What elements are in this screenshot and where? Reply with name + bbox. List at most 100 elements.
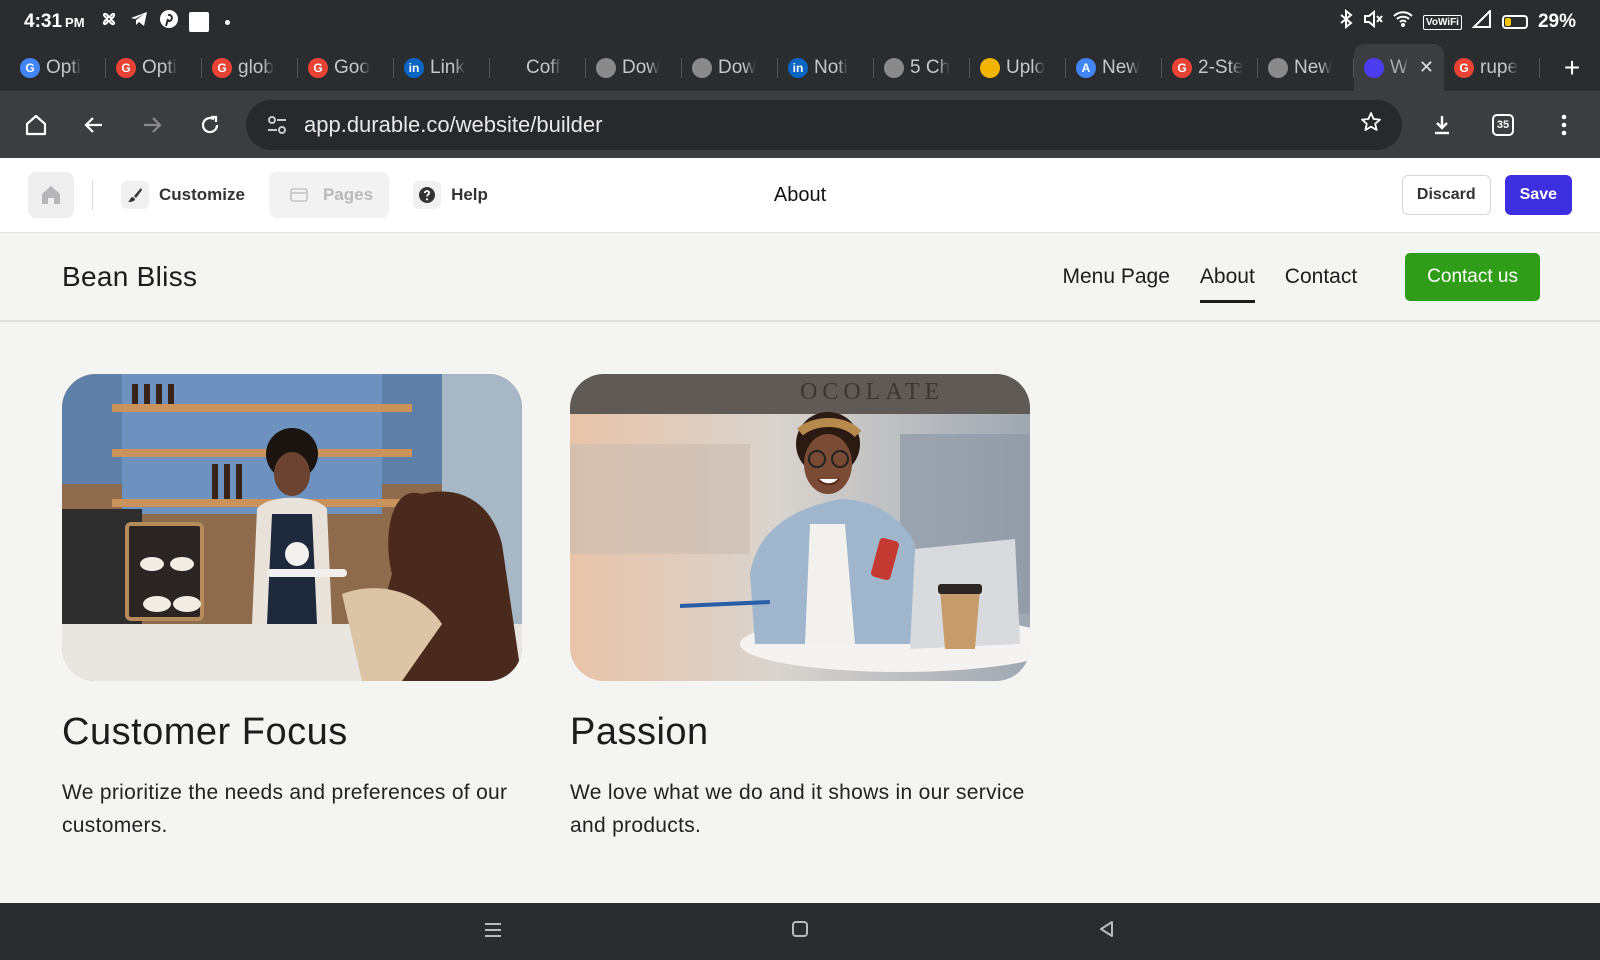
home-button[interactable] (14, 103, 58, 147)
customize-button[interactable]: Customize (111, 172, 255, 218)
home-icon (42, 186, 60, 204)
status-bar: 4:31 PM VoWiFi 29% (0, 0, 1600, 44)
tab-title: rupe (1480, 56, 1519, 78)
favicon-icon (884, 57, 904, 78)
nav-link-contact[interactable]: Contact (1285, 259, 1357, 295)
download-button[interactable] (1420, 103, 1464, 147)
home-icon (25, 114, 47, 135)
current-page-title[interactable]: About (774, 184, 826, 207)
more-menu-button[interactable] (1542, 103, 1586, 147)
back-triangle-icon[interactable] (1097, 919, 1117, 945)
forward-button[interactable] (130, 103, 174, 147)
tab-title: New (1294, 56, 1333, 78)
browser-tab-active[interactable]: W ✕ (1354, 44, 1444, 91)
svg-text:OCOLATE: OCOLATE (800, 379, 944, 405)
value-title[interactable]: Passion (570, 711, 1030, 754)
browser-tab[interactable]: New (1258, 44, 1354, 91)
reload-icon (201, 115, 219, 133)
telegram-icon (129, 9, 149, 35)
browser-tab[interactable]: Uplo (970, 44, 1066, 91)
favicon-icon: G (308, 57, 328, 78)
browser-tab[interactable]: Gglob (202, 44, 298, 91)
favicon-icon: in (404, 57, 424, 78)
browser-tab[interactable]: Dow (682, 44, 778, 91)
close-tab-icon[interactable]: ✕ (1419, 57, 1434, 78)
tab-title: glob (238, 56, 274, 78)
browser-tab-strip: G Opti G Opti Gglob G Goo in Link Coff Dow Dow in Not… (0, 44, 1600, 91)
recents-menu-icon[interactable] (483, 919, 503, 945)
back-button[interactable] (72, 103, 116, 147)
url-text: app.durable.co/website/builder (304, 111, 603, 137)
favicon-icon (596, 57, 616, 78)
tab-title: Opti (142, 56, 177, 78)
builder-home-button[interactable] (28, 172, 74, 218)
browser-tab[interactable]: Grupe (1444, 44, 1540, 91)
help-circle-icon (413, 181, 442, 209)
tab-title: Goo (334, 56, 370, 78)
favicon-icon: G (20, 57, 40, 78)
tab-title: Noti (814, 56, 848, 78)
nav-link-menu-page[interactable]: Menu Page (1062, 259, 1169, 295)
site-nav: Menu Page About Contact (1062, 259, 1357, 303)
save-button[interactable]: Save (1504, 175, 1572, 215)
customize-label: Customize (159, 185, 245, 204)
favicon-icon: G (212, 57, 232, 78)
divider (92, 180, 93, 210)
mute-icon (1363, 9, 1383, 35)
value-description[interactable]: We love what we do and it shows in our s… (570, 776, 1030, 842)
nav-link-about[interactable]: About (1199, 259, 1255, 303)
download-icon (1435, 115, 1449, 134)
tab-switcher-button[interactable]: 35 (1492, 113, 1514, 136)
browser-tab[interactable]: G Opti (106, 44, 202, 91)
contact-us-button[interactable]: Contact us (1405, 253, 1540, 301)
battery-percent: 29% (1537, 11, 1576, 32)
battery-icon (1501, 15, 1528, 29)
browser-tab[interactable]: 5 Ch (874, 44, 970, 91)
favicon-icon: A (1076, 57, 1096, 78)
discard-button[interactable]: Discard (1401, 175, 1491, 215)
help-button[interactable]: Help (403, 172, 498, 218)
site-header: Bean Bliss Menu Page About Contact Conta… (0, 234, 1600, 322)
tab-title: 5 Ch (910, 56, 951, 78)
browser-tab[interactable]: G Opti (10, 44, 106, 91)
tab-title: Coff (526, 56, 561, 78)
value-title[interactable]: Customer Focus (62, 711, 522, 754)
woman-laptop-photo[interactable]: OCOLATE (570, 374, 1030, 681)
favicon-icon (980, 57, 1000, 78)
browser-window-icon (285, 181, 313, 209)
browser-toolbar: app.durable.co/website/builder 35 (0, 91, 1600, 158)
help-label: Help (451, 185, 488, 204)
browser-tab[interactable]: in Noti (778, 44, 874, 91)
favicon-icon (500, 57, 520, 78)
tab-title: Uplo (1006, 56, 1046, 78)
reload-button[interactable] (188, 103, 232, 147)
browser-tab[interactable]: in Link (394, 44, 490, 91)
favicon-icon: G (116, 57, 136, 78)
value-card: OCOLATE Passion We love what we do and i… (570, 374, 1030, 842)
browser-tab[interactable]: G Goo (298, 44, 394, 91)
browser-tab[interactable]: A New (1066, 44, 1162, 91)
value-description[interactable]: We prioritize the needs and preferences … (62, 776, 522, 842)
more-vert-icon (1561, 114, 1567, 135)
new-tab-button[interactable]: + (1544, 52, 1600, 84)
tab-title: W (1390, 56, 1408, 78)
tab-title: New (1102, 56, 1141, 78)
browser-tab[interactable]: G 2-Ste (1162, 44, 1258, 91)
wifi-icon (1393, 10, 1413, 34)
tab-title: Dow (622, 56, 661, 78)
address-bar[interactable]: app.durable.co/website/builder (246, 99, 1402, 150)
favicon-icon: in (788, 57, 808, 78)
site-logo-text[interactable]: Bean Bliss (62, 261, 197, 293)
browser-tab[interactable]: Dow (586, 44, 682, 91)
favicon-icon: G (1454, 57, 1474, 78)
bookmark-star-icon[interactable] (1360, 111, 1382, 139)
favicon-icon (692, 57, 712, 78)
site-settings-icon[interactable] (266, 114, 288, 136)
value-card: Customer Focus We prioritize the needs a… (62, 374, 522, 842)
home-square-icon[interactable] (790, 919, 810, 945)
tab-title: Link (430, 56, 465, 78)
cafe-counter-photo[interactable] (62, 374, 522, 681)
system-nav-bar (0, 903, 1600, 960)
browser-tab[interactable]: Coff (490, 44, 586, 91)
pages-button[interactable]: Pages (268, 172, 390, 218)
